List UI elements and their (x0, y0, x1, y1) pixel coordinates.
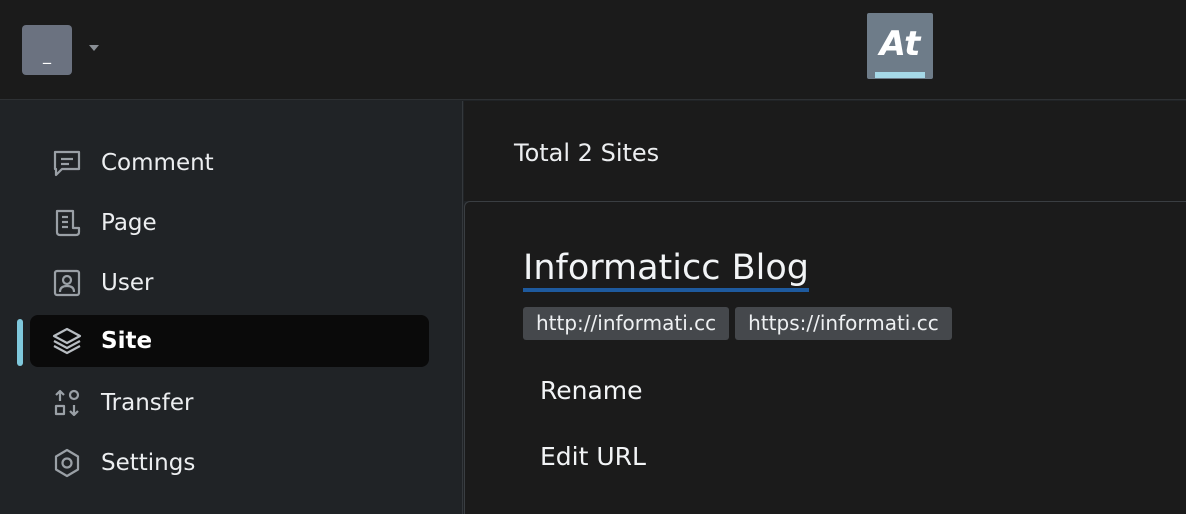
active-indicator (17, 319, 23, 366)
url-tag[interactable]: http://informati.cc (523, 307, 730, 340)
edit-url-button[interactable]: Edit URL (540, 442, 646, 471)
logo-text: At (879, 24, 921, 64)
user-icon (52, 268, 82, 298)
sidebar-item-site[interactable]: Site (30, 315, 429, 367)
layers-icon (52, 326, 82, 356)
main-header: Total 2 Sites (464, 101, 1186, 201)
transfer-icon (52, 388, 82, 418)
sidebar-item-settings[interactable]: Settings (30, 437, 429, 489)
sidebar: Comment Page User Site Transfer Settings (0, 101, 463, 514)
chevron-down-icon[interactable] (88, 42, 100, 54)
page-icon (52, 208, 82, 238)
logo-underline (875, 72, 925, 78)
url-tag[interactable]: https://informati.cc (735, 307, 952, 340)
top-bar: _ At (0, 0, 1186, 100)
comment-icon (52, 148, 82, 178)
sidebar-item-label: Page (101, 210, 157, 236)
rename-button[interactable]: Rename (540, 376, 643, 405)
page-title: Total 2 Sites (514, 139, 660, 167)
site-card: Informaticc Blog http://informati.cc htt… (464, 201, 1186, 514)
sidebar-item-comment[interactable]: Comment (30, 137, 429, 189)
url-tag-list: http://informati.cc https://informati.cc (523, 307, 952, 340)
site-name-link[interactable]: Informaticc Blog (523, 248, 809, 292)
sidebar-item-transfer[interactable]: Transfer (30, 377, 429, 429)
account-avatar-button[interactable]: _ (22, 25, 72, 75)
sidebar-item-label: Site (101, 328, 153, 354)
sidebar-item-label: Settings (101, 450, 196, 476)
avatar-text: _ (43, 45, 51, 64)
sidebar-item-page[interactable]: Page (30, 197, 429, 249)
settings-icon (52, 448, 82, 478)
sidebar-item-label: User (101, 270, 154, 296)
sidebar-item-label: Transfer (101, 390, 194, 416)
sidebar-item-user[interactable]: User (30, 257, 429, 309)
app-logo: At (867, 13, 933, 79)
sidebar-item-label: Comment (101, 150, 214, 176)
